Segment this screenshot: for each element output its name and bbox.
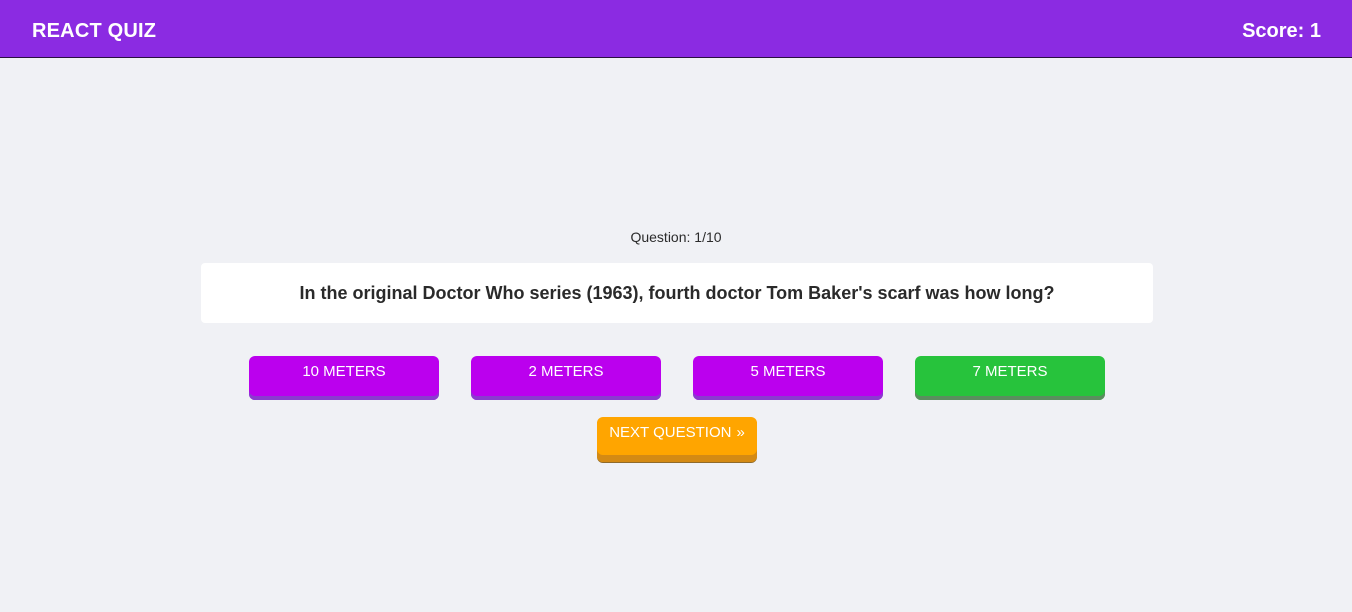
score-display: Score: 1 [1242,20,1321,42]
answer-button-4-correct[interactable]: 7 METERS [915,356,1105,400]
question-counter: Question: 1/10 [630,229,722,245]
question-card: In the original Doctor Who series (1963)… [201,263,1153,323]
answer-label: 10 METERS [302,363,386,380]
answer-button-3[interactable]: 5 METERS [693,356,883,400]
answer-button-1[interactable]: 10 METERS [249,356,439,400]
chevron-double-right-icon: » [736,424,745,441]
question-text: In the original Doctor Who series (1963)… [299,282,1055,303]
answer-button-2[interactable]: 2 METERS [471,356,661,400]
next-question-label: NEXT QUESTION [609,424,732,441]
answer-label: 7 METERS [972,363,1048,380]
next-question-button[interactable]: NEXT QUESTION» [597,417,757,462]
answer-label: 5 METERS [750,363,826,380]
app-title: REACT QUIZ [32,20,157,42]
answer-label: 2 METERS [528,363,604,380]
top-bar: REACT QUIZ Score: 1 [0,0,1352,58]
